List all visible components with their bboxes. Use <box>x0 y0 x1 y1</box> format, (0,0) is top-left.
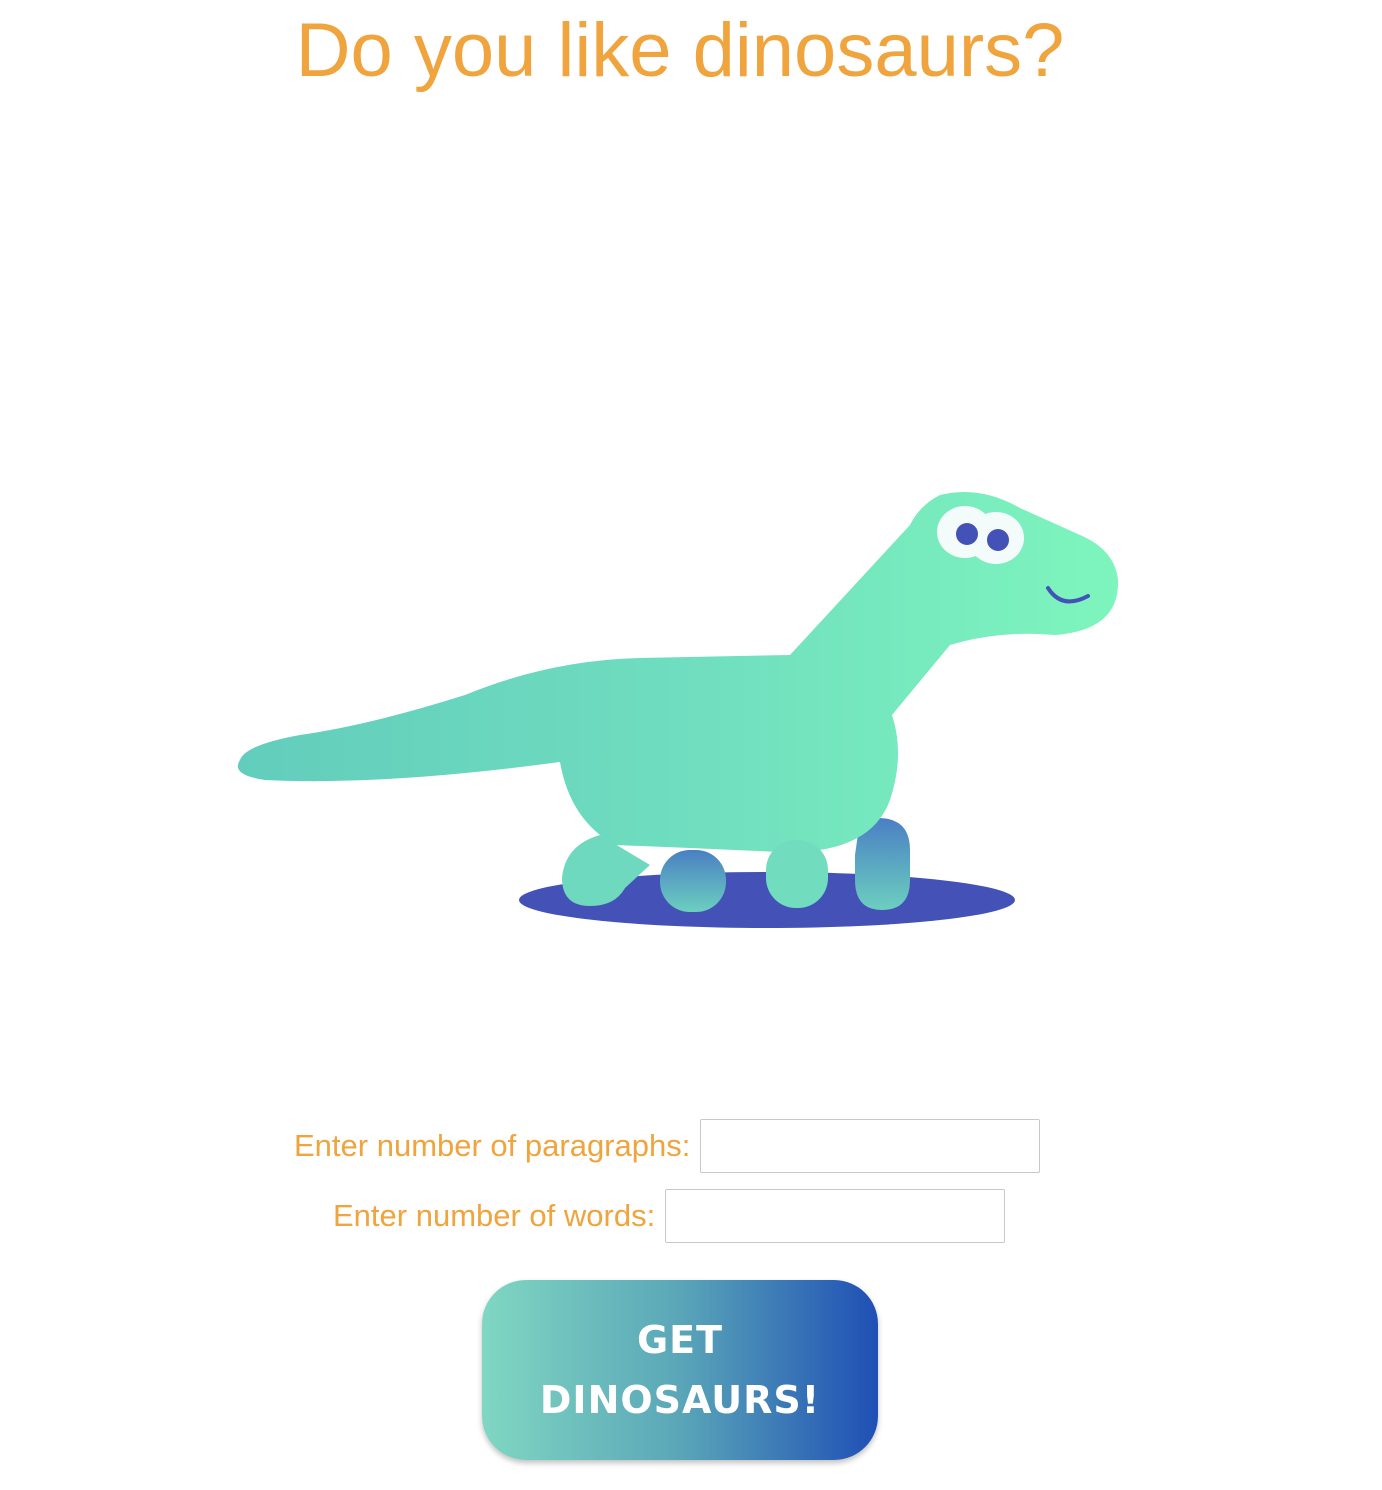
eye-pupil-right <box>987 529 1009 551</box>
words-input[interactable] <box>665 1189 1006 1243</box>
dinosaur-icon <box>237 491 1119 928</box>
paragraphs-row: Enter number of paragraphs: <box>294 1119 1041 1173</box>
eye-pupil-left <box>956 523 978 545</box>
get-dinosaurs-button[interactable]: GET DINOSAURS! <box>482 1280 878 1460</box>
page: Do you like dinosaurs? Enter number of p… <box>0 0 1382 1490</box>
back-leg-left <box>660 850 726 912</box>
words-label: Enter number of words: <box>333 1198 656 1233</box>
paragraphs-input[interactable] <box>700 1119 1041 1173</box>
page-title: Do you like dinosaurs? <box>295 8 1065 93</box>
words-row: Enter number of words: <box>333 1189 1006 1243</box>
front-leg-right <box>766 840 828 908</box>
dinosaur-illustration <box>220 470 1140 950</box>
paragraphs-label: Enter number of paragraphs: <box>294 1128 691 1163</box>
